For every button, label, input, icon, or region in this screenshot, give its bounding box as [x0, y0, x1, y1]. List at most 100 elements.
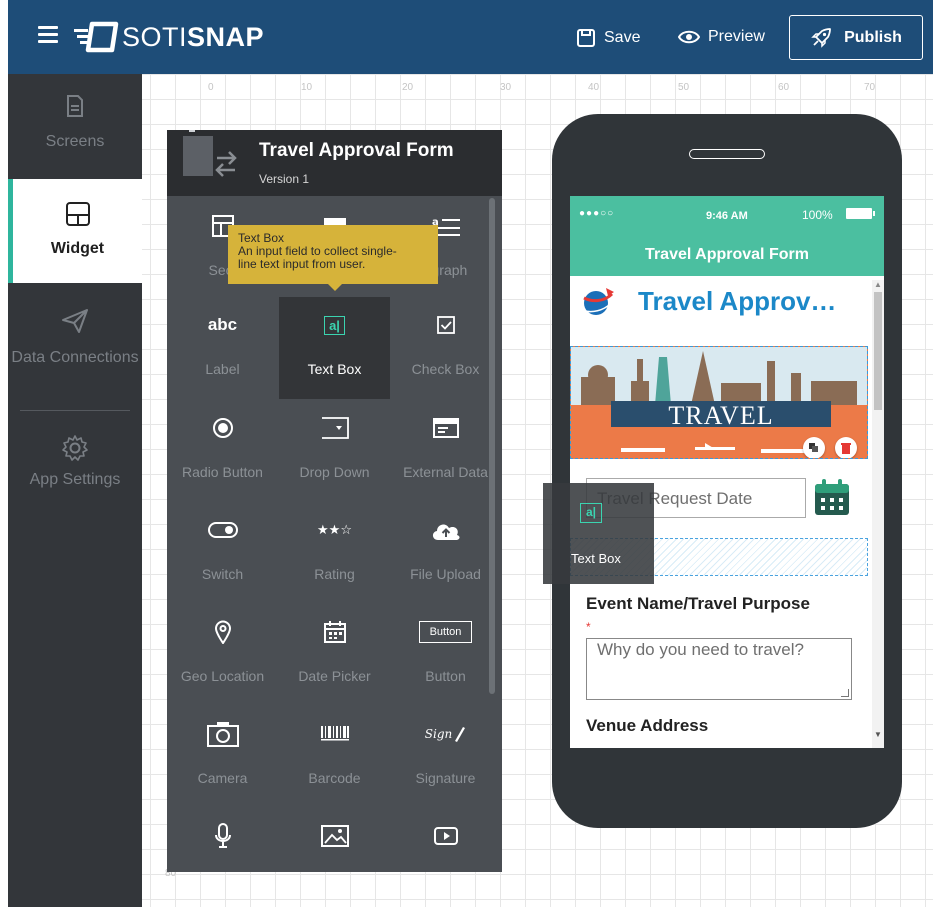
send-icon: [62, 309, 88, 333]
save-icon: [577, 29, 595, 47]
venue-address-label: Venue Address: [586, 716, 709, 735]
camera-icon: [167, 720, 278, 748]
landmarks-illustration: [581, 351, 857, 405]
ruler-tick: 10: [301, 82, 313, 93]
gear-icon: [62, 435, 88, 461]
widget-label: Date Picker: [298, 668, 371, 684]
phone-scroll-thumb[interactable]: [874, 292, 882, 410]
layout-icon: [65, 202, 90, 226]
widget-barcode[interactable]: Barcode: [279, 706, 390, 808]
widget-drop-down[interactable]: Drop Down: [279, 400, 390, 502]
ruler-tick: 60: [778, 82, 790, 93]
ruler-tick: 30: [500, 82, 512, 93]
required-asterisk: *: [586, 620, 591, 634]
status-time: 9:46 AM: [706, 210, 748, 222]
widget-video[interactable]: [390, 808, 501, 872]
sidebar-item-screens[interactable]: Screens: [8, 94, 142, 190]
widget-label: Button: [425, 668, 466, 684]
ruler-tick: 0: [208, 82, 214, 93]
battery-percent: 100%: [802, 208, 833, 222]
delete-widget-icon[interactable]: [835, 437, 857, 458]
vehicles-illustration: [621, 443, 813, 453]
widget-button[interactable]: Button Button: [390, 604, 501, 706]
signature-icon: Sign: [390, 720, 501, 748]
widget-external-data[interactable]: External Data: [390, 400, 501, 502]
scroll-down-arrow-icon[interactable]: ▼: [874, 730, 882, 739]
textbox-icon: a|: [580, 503, 602, 523]
widget-label-item[interactable]: abc Label: [167, 297, 278, 399]
widget-label: Barcode: [308, 770, 361, 786]
save-button[interactable]: Save: [576, 28, 640, 48]
signal-indicator: ●●●○○: [579, 208, 615, 219]
sidebar-item-app-settings[interactable]: App Settings: [8, 434, 142, 504]
tooltip-description-line2: line text input from user.: [238, 257, 366, 271]
widget-check-box[interactable]: Check Box: [390, 297, 501, 399]
phone-speaker: [689, 149, 765, 159]
widget-rating[interactable]: ★★☆ Rating: [279, 502, 390, 604]
app-logo: SOTISNAP: [122, 22, 265, 52]
copy-widget-icon[interactable]: [803, 437, 825, 458]
sidebar-item-label: Screens: [45, 133, 105, 150]
form-heading[interactable]: Travel Approv…: [638, 286, 836, 317]
widget-label: Text Box: [307, 361, 362, 377]
widget-date-picker[interactable]: Date Picker: [279, 604, 390, 706]
widget-image[interactable]: [279, 808, 390, 872]
widget-switch[interactable]: Switch: [167, 502, 278, 604]
label-icon: abc: [207, 315, 238, 334]
widget-camera[interactable]: Camera: [167, 706, 278, 808]
calendar-icon[interactable]: [814, 478, 850, 516]
travel-banner-image[interactable]: TRAVEL: [570, 346, 868, 459]
panel-header: Travel Approval Form Version 1: [167, 130, 502, 196]
barcode-icon: [279, 720, 390, 748]
dragged-widget-ghost[interactable]: a| Text Box: [543, 483, 654, 584]
widget-geo-location[interactable]: Geo Location: [167, 604, 278, 706]
widget-label: Radio Button: [182, 464, 263, 480]
widget-label: Geo Location: [180, 668, 265, 684]
widget-file-upload[interactable]: File Upload: [390, 502, 501, 604]
phone-app-title: Travel Approval Form: [645, 246, 809, 263]
dragged-widget-label: Text Box: [571, 551, 621, 566]
hamburger-menu-icon[interactable]: [38, 26, 58, 43]
preview-button[interactable]: Preview: [678, 28, 765, 46]
publish-label: Publish: [844, 28, 902, 46]
widget-signature[interactable]: Sign Signature: [390, 706, 501, 808]
image-icon: [279, 822, 390, 850]
widget-label: Check Box: [411, 361, 480, 377]
rocket-icon: [811, 27, 832, 48]
top-ruler: 0 10 20 30 40 50 60 70: [168, 80, 933, 94]
left-sidebar: Screens Widget Data Connections App Sett…: [8, 74, 142, 907]
travel-purpose-textarea[interactable]: Why do you need to travel?: [586, 638, 852, 700]
document-icon: [67, 95, 83, 117]
publish-button[interactable]: Publish: [789, 15, 923, 60]
widget-text-box[interactable]: a| Text Box: [279, 297, 390, 399]
widget-label: Drop Down: [299, 464, 370, 480]
widget-audio[interactable]: [167, 808, 278, 872]
sidebar-item-label: App Settings: [29, 471, 121, 488]
video-icon: [390, 822, 501, 850]
widget-radio-button[interactable]: Radio Button: [167, 400, 278, 502]
button-icon: Button: [390, 618, 501, 646]
radio-icon: [167, 414, 278, 442]
sidebar-item-data-connections[interactable]: Data Connections: [8, 308, 142, 404]
widget-tooltip: Text Box An input field to collect singl…: [228, 225, 438, 291]
scroll-up-arrow-icon[interactable]: ▲: [874, 280, 882, 289]
sidebar-item-label: Widget: [50, 240, 105, 257]
phone-header: ●●●○○ 9:46 AM 100% Travel Approval Form: [570, 196, 884, 276]
microphone-icon: [167, 822, 278, 850]
widget-label: Signature: [415, 770, 476, 786]
soti-logo-icon: [74, 21, 119, 53]
resize-handle-icon[interactable]: [841, 689, 849, 697]
widget-label: Camera: [197, 770, 248, 786]
checkbox-icon: [390, 311, 501, 339]
sidebar-item-widget[interactable]: Widget: [8, 179, 142, 283]
rating-icon: ★★☆: [317, 522, 352, 538]
phone-screen: ●●●○○ 9:46 AM 100% Travel Approval Form …: [570, 196, 884, 748]
ruler-tick: 70: [864, 82, 876, 93]
battery-icon: [846, 208, 875, 219]
ruler-tick: 20: [402, 82, 414, 93]
eye-icon: [678, 30, 700, 44]
textbox-icon: a|: [279, 311, 390, 339]
widget-label: External Data: [403, 464, 488, 480]
ruler-tick: 40: [588, 82, 600, 93]
widget-label: Rating: [314, 566, 355, 582]
